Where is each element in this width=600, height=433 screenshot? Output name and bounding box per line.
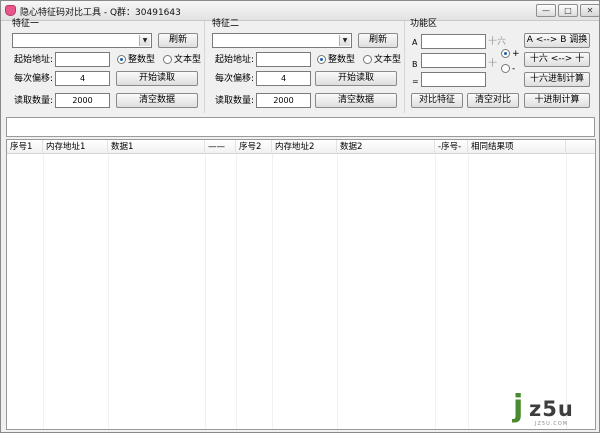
app-icon	[5, 5, 16, 16]
plus-radio[interactable]	[501, 49, 510, 58]
main-window: 隐心特征码对比工具 - Q群：30491643 — □ ✕ 特征一 ▼ 刷新 起…	[0, 0, 600, 433]
func-dec-hint: 十	[488, 59, 498, 69]
maximize-button[interactable]: □	[558, 4, 578, 17]
col-index2[interactable]: 序号2	[236, 140, 272, 154]
group2-text-label: 文本型	[374, 55, 402, 65]
watermark-text: z5u	[529, 397, 574, 421]
divider	[404, 21, 405, 113]
group2-process-combo[interactable]: ▼	[212, 33, 352, 48]
grid-line	[205, 154, 206, 429]
col-match-index[interactable]: -序号-	[435, 140, 468, 154]
group1-process-combo[interactable]: ▼	[12, 33, 152, 48]
func-result-output[interactable]	[421, 72, 486, 87]
results-table[interactable]: 序号1 内存地址1 数据1 —— 序号2 内存地址2 数据2 -序号- 相同结果…	[6, 139, 596, 430]
group1-text-label: 文本型	[174, 55, 202, 65]
grid-line	[337, 154, 338, 429]
plus-label: +	[512, 49, 520, 59]
clear-compare-button[interactable]: 清空对比	[467, 93, 519, 108]
hex-calc-button[interactable]: 十六进制计算	[524, 72, 590, 87]
group1-text-radio[interactable]	[163, 55, 172, 64]
group1-count-label: 读取数量:	[14, 96, 54, 106]
watermark-logo: j z5u JZ5U.COM	[513, 391, 593, 431]
grid-line	[435, 154, 436, 429]
group1-int-radio[interactable]	[117, 55, 126, 64]
func-a-input[interactable]	[421, 34, 486, 49]
func-hex-hint: 十六	[488, 37, 507, 47]
col-data2[interactable]: 数据2	[337, 140, 435, 154]
grid-line	[108, 154, 109, 429]
close-button[interactable]: ✕	[580, 4, 600, 17]
group1-int-label: 整数型	[128, 55, 156, 65]
col-data1[interactable]: 数据1	[108, 140, 205, 154]
group1-count-input[interactable]: 2000	[55, 93, 110, 108]
table-header: 序号1 内存地址1 数据1 —— 序号2 内存地址2 数据2 -序号- 相同结果…	[7, 140, 595, 154]
group1-title: 特征一	[12, 19, 40, 29]
col-separator[interactable]: ——	[205, 140, 236, 154]
status-box	[6, 117, 595, 137]
group2-text-radio[interactable]	[363, 55, 372, 64]
group1-start-addr-input[interactable]	[55, 52, 110, 67]
group1-start-addr-label: 起始地址:	[14, 55, 54, 65]
group1-clear-button[interactable]: 清空数据	[116, 93, 198, 108]
group2-title: 特征二	[212, 19, 240, 29]
grid-line	[566, 154, 567, 429]
group2-count-label: 读取数量:	[215, 96, 255, 106]
func-title: 功能区	[410, 19, 438, 29]
col-addr2[interactable]: 内存地址2	[272, 140, 337, 154]
group2-count-input[interactable]: 2000	[256, 93, 311, 108]
func-eq-label: =	[412, 77, 419, 86]
group1-offset-input[interactable]: 4	[55, 71, 110, 86]
minus-label: -	[512, 64, 516, 74]
chevron-down-icon[interactable]: ▼	[339, 35, 350, 46]
group2-start-addr-input[interactable]	[256, 52, 311, 67]
grid-line	[468, 154, 469, 429]
dec-calc-button[interactable]: 十进制计算	[524, 93, 590, 108]
minimize-button[interactable]: —	[536, 4, 556, 17]
window-title: 隐心特征码对比工具 - Q群：30491643	[20, 8, 181, 18]
group2-clear-button[interactable]: 清空数据	[315, 93, 397, 108]
col-addr1[interactable]: 内存地址1	[43, 140, 108, 154]
group1-start-read-button[interactable]: 开始读取	[116, 71, 198, 86]
grid-line	[272, 154, 273, 429]
title-bar[interactable]: 隐心特征码对比工具 - Q群：30491643 — □ ✕	[1, 1, 600, 21]
group2-start-read-button[interactable]: 开始读取	[315, 71, 397, 86]
group2-offset-label: 每次偏移:	[215, 74, 255, 84]
divider	[204, 21, 205, 113]
watermark-sub: JZ5U.COM	[535, 421, 569, 427]
func-b-input[interactable]	[421, 53, 486, 68]
group2-offset-input[interactable]: 4	[256, 71, 311, 86]
col-match-result[interactable]: 相同结果项	[468, 140, 566, 154]
compare-button[interactable]: 对比特征	[411, 93, 463, 108]
chevron-down-icon[interactable]: ▼	[139, 35, 150, 46]
group2-int-label: 整数型	[328, 55, 356, 65]
watermark-j: j	[513, 389, 524, 424]
group1-offset-label: 每次偏移:	[14, 74, 54, 84]
hex-dec-convert-button[interactable]: 十六 <--> 十	[524, 52, 590, 67]
minus-radio[interactable]	[501, 64, 510, 73]
swap-ab-button[interactable]: A <--> B 调换	[524, 33, 590, 48]
group2-start-addr-label: 起始地址:	[215, 55, 255, 65]
func-a-label: A	[412, 38, 418, 47]
group1-refresh-button[interactable]: 刷新	[158, 33, 198, 48]
func-b-label: B	[412, 60, 418, 69]
grid-line	[236, 154, 237, 429]
col-index1[interactable]: 序号1	[7, 140, 43, 154]
grid-line	[43, 154, 44, 429]
group2-int-radio[interactable]	[317, 55, 326, 64]
group2-refresh-button[interactable]: 刷新	[358, 33, 398, 48]
